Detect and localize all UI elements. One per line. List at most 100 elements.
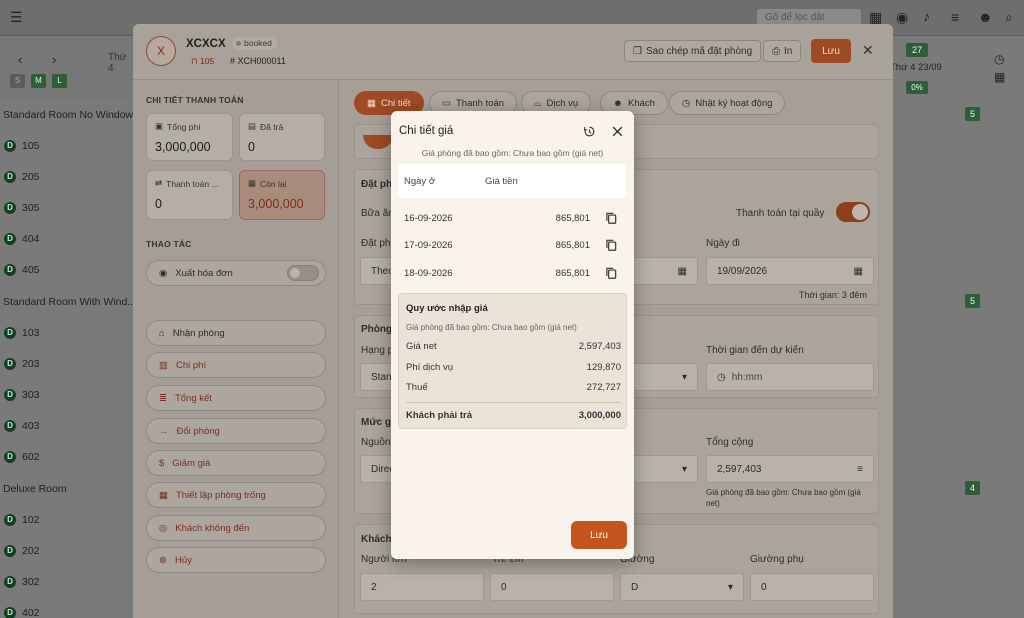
room-row[interactable]: D 303 [0,379,133,410]
user-circle-icon: ◉ [159,267,168,279]
prev-arrow-icon[interactable]: ‹ [18,52,22,67]
summary-action[interactable]: ≣ Tổng kết [146,385,326,411]
status-dot: D [4,575,16,588]
room-row[interactable]: D 602 [0,441,133,472]
bell-icon[interactable]: ♪ [923,8,930,24]
calendar-icon: ▦ [367,97,376,109]
user-add-icon[interactable]: ☻ [978,9,993,25]
copy-icon[interactable] [604,237,618,253]
arrow-right-icon: → [159,425,169,437]
history-icon: ◷ [682,97,691,109]
room-row[interactable]: D 402 [0,597,133,618]
checkin-action[interactable]: ⌂ Nhận phòng [146,320,326,346]
calendar-icon: ▦ [248,178,257,188]
guest-name: XCXCX [186,38,226,50]
eta-input[interactable]: ◷ hh:mm [706,363,874,391]
dollar-icon: $ [159,457,165,469]
extra-bed-field[interactable]: 0 [750,573,874,601]
room-row[interactable]: D 302 [0,566,133,597]
expense-action[interactable]: ▥ Chi phí [146,352,326,378]
close-icon[interactable] [611,125,624,138]
status-dot: D [4,170,16,183]
eta-label: Thời gian đến dự kiến [706,345,804,356]
status-dot: D [4,606,16,618]
search-icon[interactable]: ⌕ [1005,9,1013,26]
room-number: ⊓ 105 [191,56,215,66]
date-header-right: Thứ 4 23/09 [890,62,942,73]
copy-code-button[interactable]: ❐ Sao chép mã đặt phòng [624,40,762,62]
room-row[interactable]: D 103 [0,317,133,348]
status-dot: D [4,201,16,214]
room-row[interactable]: D 205 [0,161,133,192]
calendar-icon: ▦ [677,265,687,277]
status-dot: D [4,263,16,276]
list-icon: ≣ [159,392,167,404]
departure-label: Ngày đi [706,238,740,249]
remaining-card: ▦ Còn lại 3,000,000 [239,170,325,220]
history-icon[interactable] [583,125,596,138]
invoice-action[interactable]: ◉ Xuất hóa đơn [146,260,326,286]
copy-icon: ❐ [633,45,642,57]
price-table-header: Ngày ở Giá tiền [398,164,626,198]
departure-field[interactable]: 19/09/2026 ▦ [706,257,874,285]
room-row[interactable]: D 102 [0,504,133,535]
cancel-action[interactable]: ⊗ Hủy [146,547,326,573]
col-date: Ngày ở [404,176,436,187]
vacant-setup-action[interactable]: ▦ Thiết lập phòng trống [146,482,326,508]
history-icon[interactable]: ◷ [994,52,1004,66]
accent-shape [363,135,393,149]
price-row: 17-09-2026 865,801 [398,232,626,260]
tab-activity-log[interactable]: ◷ Nhật ký hoạt động [669,91,786,115]
invoice-toggle[interactable] [287,265,319,281]
list-icon[interactable]: ≡ [951,9,959,25]
next-arrow-icon[interactable]: › [52,52,56,67]
total-field[interactable]: 2,597,403 ≡ [706,455,874,483]
duration-note: Thời gian: 3 đêm [799,290,867,300]
extra-bed-label: Giường phụ [750,554,804,565]
service-icon: ⌓ [534,97,542,109]
status-dot: D [4,450,16,463]
room-row[interactable]: D 405 [0,254,133,285]
printer-icon: ⎙ [772,45,780,57]
room-row[interactable]: D 305 [0,192,133,223]
close-icon[interactable]: ✕ [862,42,874,59]
cancel-icon: ⊗ [159,554,167,566]
source-label: Nguồn [361,437,391,448]
size-m-button[interactable]: M [31,74,46,88]
change-room-action[interactable]: → Đổi phòng [146,418,326,444]
convention-subtitle: Giá phòng đã bao gồm: Chưa bao gồm (giá … [406,323,577,332]
calendar-small-icon[interactable]: ▦ [994,70,1005,84]
no-show-action[interactable]: ◎ Khách không đến [146,515,326,541]
bed-dropdown[interactable]: D ▾ [620,573,744,601]
room-row[interactable]: D 202 [0,535,133,566]
size-s-button[interactable]: S [10,74,25,88]
occupancy-badge: 0% [906,81,928,94]
modal-save-button[interactable]: Lưu [571,521,627,549]
eye-icon[interactable]: ◉ [896,9,908,26]
room-row[interactable]: D 403 [0,410,133,441]
print-button[interactable]: ⎙ In [763,40,802,62]
price-row: 18-09-2026 865,801 [398,260,626,288]
room-row[interactable]: D 105 [0,130,133,161]
size-l-button[interactable]: L [52,74,67,88]
room-row[interactable]: D 404 [0,223,133,254]
menu-icon[interactable]: ☰ [10,9,23,26]
service-fee-row: Phí dịch vụ 129,870 [406,362,621,373]
save-button[interactable]: Lưu [811,39,851,63]
room-type-label: Hạng p [361,345,394,356]
receipt-icon: ▥ [159,359,168,371]
avatar: X [146,36,176,66]
no-show-icon: ◎ [159,522,168,534]
discount-action[interactable]: $ Giảm giá [146,450,326,476]
adults-field[interactable]: 2 [360,573,484,601]
copy-icon[interactable] [604,210,618,226]
price-convention-box: Quy ước nhập giá Giá phòng đã bao gồm: C… [398,293,627,429]
count-badge: 5 [965,107,980,121]
booking-header: X XCXCX booked ⊓ 105 # XCH000011 ❐ Sao ch… [133,24,893,80]
room-row[interactable]: D 203 [0,348,133,379]
menu-icon: ≡ [857,463,863,475]
pay-at-counter-toggle[interactable] [836,202,870,222]
arrival-label: Đặt ph [361,238,391,249]
children-field[interactable]: 0 [490,573,614,601]
copy-icon[interactable] [604,265,618,281]
